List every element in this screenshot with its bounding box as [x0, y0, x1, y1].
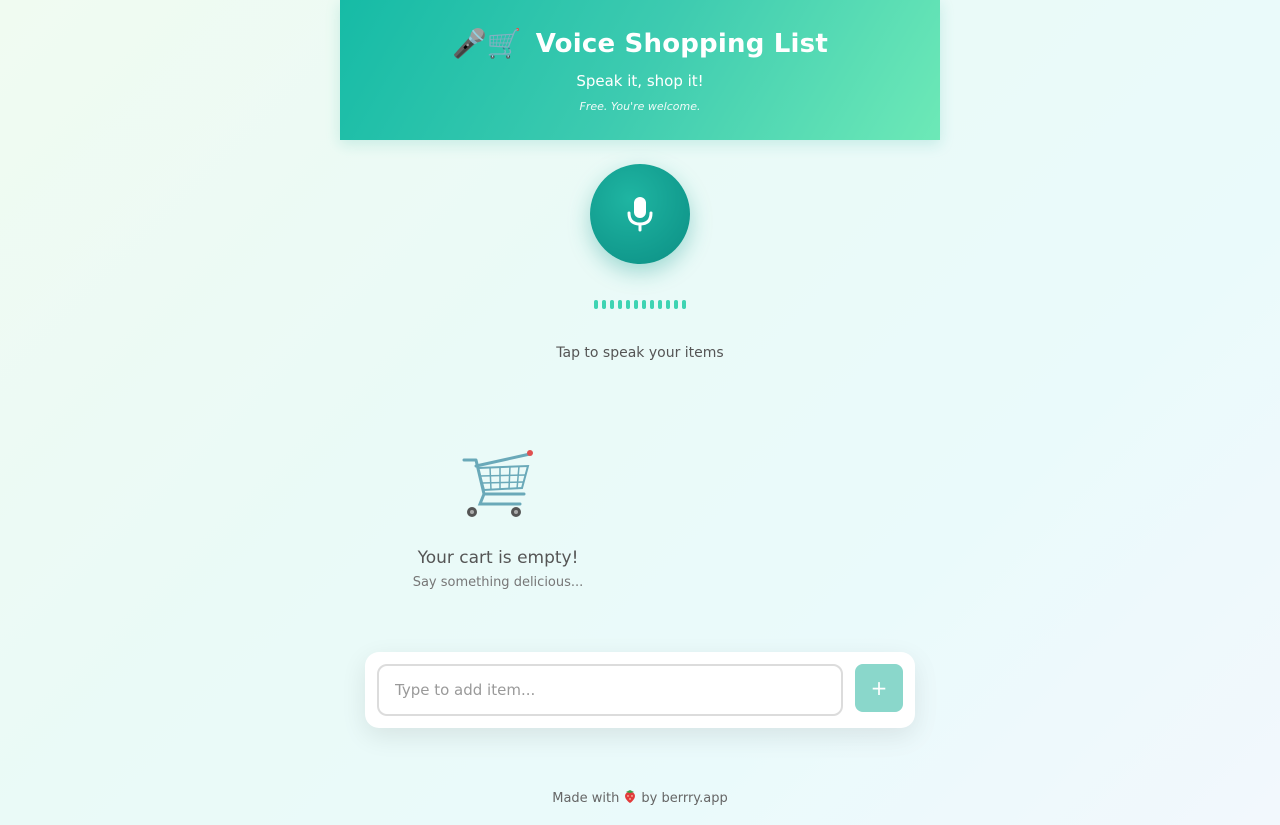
shopping-cart-icon — [462, 450, 533, 517]
waveform-bar — [666, 300, 670, 309]
add-item-button[interactable]: + — [855, 664, 903, 712]
title-row: 🎤🛒 Voice Shopping List — [340, 26, 940, 62]
waveform-bar — [610, 300, 614, 309]
waveform-bar — [682, 300, 686, 309]
microphone-icon — [627, 197, 653, 232]
footer: Made with by berrry.app — [0, 788, 1280, 809]
app-header: 🎤🛒 Voice Shopping List Speak it, shop it… — [340, 0, 940, 140]
mic-cart-emoji-icon: 🎤🛒 — [452, 27, 522, 60]
app-subtitle: Speak it, shop it! — [576, 72, 704, 90]
waveform-bar — [634, 300, 638, 309]
empty-cart-title: Your cart is empty! — [417, 548, 579, 568]
waveform-bar — [594, 300, 598, 309]
footer-by-link[interactable]: by berrry.app — [641, 791, 727, 806]
add-item-input[interactable] — [377, 664, 843, 716]
add-item-panel: + — [365, 652, 915, 728]
mic-hint-text: Tap to speak your items — [556, 345, 724, 361]
voice-waveform — [594, 300, 686, 309]
empty-cart-subtitle: Say something delicious... — [412, 575, 584, 590]
footer-made-with: Made with — [552, 791, 620, 806]
app-title: Voice Shopping List — [535, 29, 828, 59]
empty-cart-state: Your cart is empty! Say something delici… — [398, 446, 598, 592]
microphone-button[interactable] — [590, 164, 690, 264]
waveform-bar — [650, 300, 654, 309]
waveform-bar — [626, 300, 630, 309]
waveform-bar — [618, 300, 622, 309]
waveform-bar — [642, 300, 646, 309]
waveform-bar — [674, 300, 678, 309]
waveform-bar — [602, 300, 606, 309]
app-tagline: Free. You're welcome. — [579, 100, 701, 113]
waveform-bar — [658, 300, 662, 309]
strawberry-icon — [625, 790, 636, 803]
